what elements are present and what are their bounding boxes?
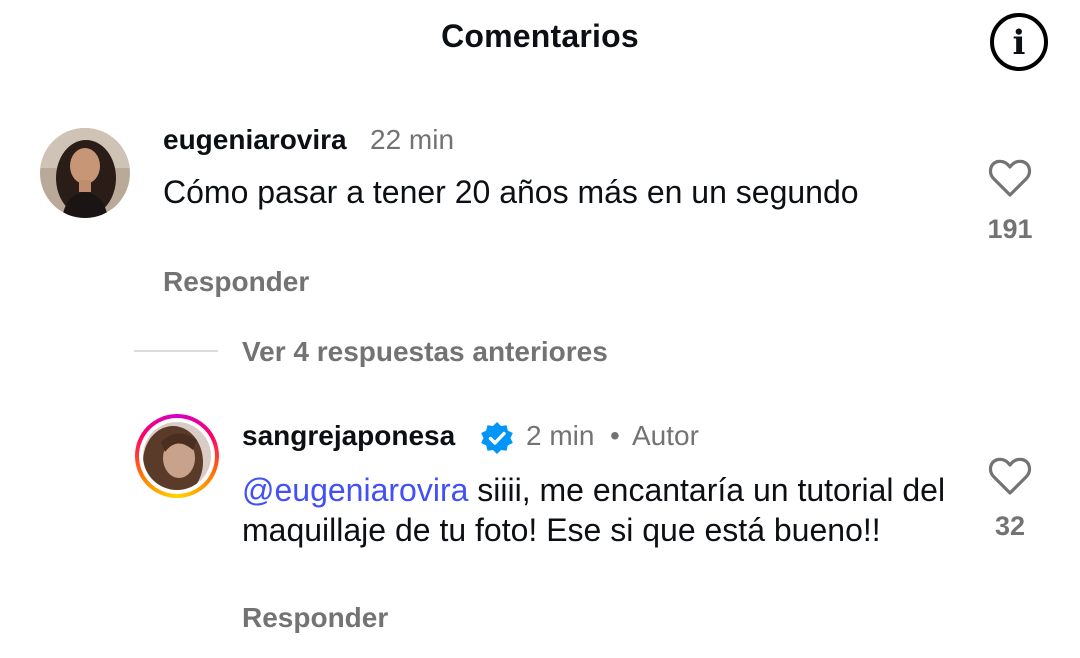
heart-icon[interactable] [980, 456, 1040, 501]
author-label: Autor [632, 420, 699, 451]
reply-button[interactable]: Responder [242, 602, 388, 634]
like-count: 32 [994, 511, 1026, 541]
avatar [143, 422, 211, 490]
story-ring[interactable] [135, 414, 219, 498]
mention-link[interactable]: @eugeniarovira [242, 472, 468, 508]
reply-comment: sangrejaponesa 2 min • Autor @eugeniarov… [0, 0, 1080, 658]
verified-badge-icon [480, 421, 514, 460]
reply-timestamp: 2 min [526, 420, 595, 451]
meta-separator: • [610, 420, 620, 451]
reply-text: @eugeniarovira siiii, me encantaría un t… [242, 470, 962, 550]
reply-username[interactable]: sangrejaponesa [242, 420, 455, 452]
